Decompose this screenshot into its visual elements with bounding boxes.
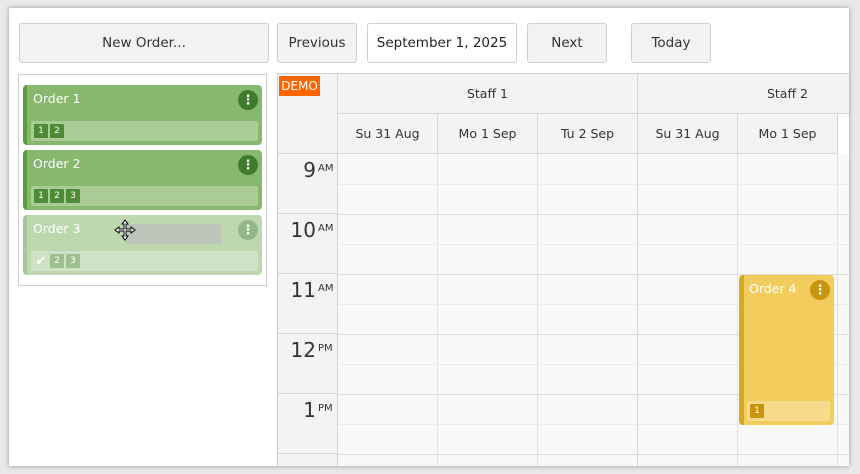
queue-item-order-2[interactable]: Order 2 ⋮ 1 2 3 <box>23 150 262 210</box>
order-tag: 2 <box>50 254 64 268</box>
day-header: Tu 2 Sep <box>538 114 638 154</box>
hour-ampm: AM <box>318 283 334 294</box>
hour-label: 1 PM <box>278 394 338 454</box>
hour-label: 12 PM <box>278 334 338 394</box>
hour-ampm: AM <box>318 163 334 174</box>
grid-line <box>737 154 738 466</box>
grid-line <box>338 454 849 455</box>
hour-ampm: PM <box>318 403 333 414</box>
order-tag-bar: 1 2 <box>31 121 258 141</box>
grid-line <box>437 154 438 466</box>
day-header: Su 31 Aug <box>338 114 438 154</box>
new-order-button[interactable]: New Order... <box>19 23 269 63</box>
more-vertical-icon[interactable]: ⋮ <box>810 280 830 300</box>
order-tag-bar: ✔ 2 3 <box>31 251 258 271</box>
calendar-corner: DEMO <box>278 74 338 154</box>
hour-number: 11 <box>290 278 316 302</box>
order-tag: 2 <box>50 189 64 203</box>
grid-line <box>338 244 849 245</box>
hour-ampm: PM <box>318 343 333 354</box>
order-queue: Order 1 ⋮ 1 2 Order 2 ⋮ 1 2 3 Order 3 ⋮ … <box>18 74 267 286</box>
grid-line <box>837 154 838 466</box>
hour-label: 9 AM <box>278 154 338 214</box>
day-header: Mo 1 Sep <box>738 114 838 154</box>
queue-item-order-1[interactable]: Order 1 ⋮ 1 2 <box>23 85 262 145</box>
grid-line <box>537 154 538 466</box>
more-vertical-icon[interactable]: ⋮ <box>238 90 258 110</box>
time-column: 9 AM 10 AM 11 AM 12 PM 1 PM <box>278 154 338 466</box>
event-tag-bar: 1 <box>747 401 830 421</box>
more-vertical-icon[interactable]: ⋮ <box>238 155 258 175</box>
order-title: Order 1 <box>33 91 81 106</box>
resource-header-staff-2: Staff 2 <box>638 74 849 114</box>
hour-number: 1 <box>303 398 316 422</box>
hour-label: 10 AM <box>278 214 338 274</box>
order-tag: 1 <box>34 189 48 203</box>
event-tag: 1 <box>750 404 764 418</box>
previous-button[interactable]: Previous <box>277 23 357 63</box>
day-header: Su 31 Aug <box>638 114 738 154</box>
day-header: Mo 1 Sep <box>438 114 538 154</box>
grid-line <box>338 184 849 185</box>
date-display[interactable]: September 1, 2025 <box>367 23 517 63</box>
order-tag: 3 <box>66 254 80 268</box>
scheduler-window: New Order... Previous September 1, 2025 … <box>9 8 849 466</box>
order-tag: 3 <box>66 189 80 203</box>
order-tag: 2 <box>50 124 64 138</box>
drag-ghost <box>125 224 221 244</box>
hour-number: 9 <box>303 158 316 182</box>
event-order-4[interactable]: Order 4 ⋮ 1 <box>739 275 834 425</box>
hour-ampm: AM <box>318 223 334 234</box>
hour-label: 11 AM <box>278 274 338 334</box>
check-icon: ✔ <box>35 253 47 269</box>
resource-header-staff-1: Staff 1 <box>338 74 638 114</box>
move-cursor-icon <box>114 219 136 241</box>
order-tag-bar: 1 2 3 <box>31 186 258 206</box>
demo-badge: DEMO <box>279 76 320 96</box>
order-title: Order 2 <box>33 156 81 171</box>
more-vertical-icon[interactable]: ⋮ <box>238 220 258 240</box>
order-title: Order 3 <box>33 221 81 236</box>
order-tag: 1 <box>34 124 48 138</box>
grid-line <box>338 214 849 215</box>
today-button[interactable]: Today <box>631 23 711 63</box>
hour-number: 10 <box>290 218 316 242</box>
grid-line <box>637 154 638 466</box>
next-button[interactable]: Next <box>527 23 607 63</box>
event-title: Order 4 <box>749 281 797 296</box>
hour-number: 12 <box>290 338 316 362</box>
